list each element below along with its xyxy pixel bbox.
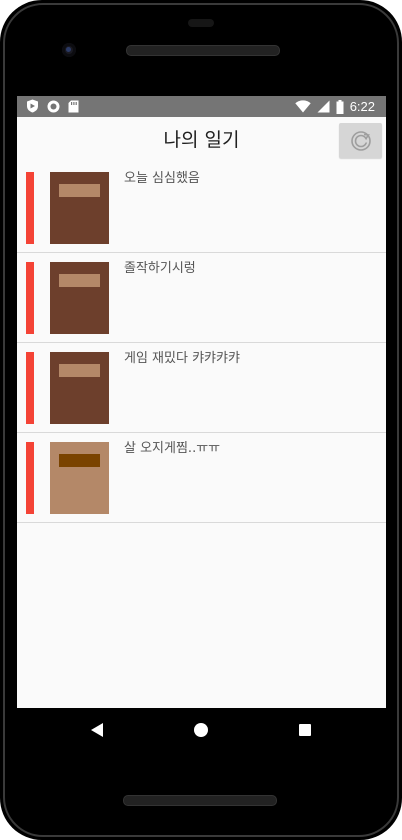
battery-icon [336,99,344,114]
signal-icon [317,100,330,113]
circle-icon [47,100,60,112]
status-time: 6:22 [349,99,375,114]
diary-cover-icon [50,262,109,334]
shield-icon [27,99,38,113]
mood-indicator [26,352,34,424]
entry-title: 게임 재밌다 캬캬캬캬 [124,351,240,366]
mood-indicator [26,172,34,244]
refresh-button[interactable] [339,123,382,158]
diary-cover-icon [50,352,109,424]
list-item[interactable]: 오늘 심심했음 [17,163,386,253]
entry-title: 살 오지게찜..ㅠㅠ [124,441,221,456]
status-bar: 6:22 [17,96,386,117]
mood-indicator [26,442,34,514]
front-camera [62,43,76,57]
mood-indicator [26,262,34,334]
diary-list: 오늘 심심했음 졸작하기시렁 게임 재밌다 캬캬캬캬 살 오지게찜..ㅠㅠ [17,163,386,523]
recents-icon[interactable] [299,724,311,736]
home-icon[interactable] [194,723,208,737]
list-item[interactable]: 살 오지게찜..ㅠㅠ [17,433,386,523]
navigation-bar [17,708,386,754]
status-left-icons [26,99,79,113]
app-screen: 6:22 나의 일기 오늘 심심했음 졸작하기시렁 게임 재밌다 캬캬캬캬 살 … [17,96,386,708]
bottom-speaker [123,795,277,806]
status-right-icons: 6:22 [294,98,375,115]
entry-title: 오늘 심심했음 [124,171,200,186]
sd-card-icon [68,100,79,112]
refresh-icon [350,130,371,151]
diary-cover-icon [50,172,109,244]
list-item[interactable]: 게임 재밌다 캬캬캬캬 [17,343,386,433]
app-bar: 나의 일기 [17,117,386,159]
top-speaker [126,45,280,56]
phone-device: 6:22 나의 일기 오늘 심심했음 졸작하기시렁 게임 재밌다 캬캬캬캬 살 … [0,0,402,840]
earpiece [188,19,214,27]
list-item[interactable]: 졸작하기시렁 [17,253,386,343]
back-icon[interactable] [91,723,103,737]
diary-cover-icon [50,442,109,514]
wifi-icon [294,100,311,113]
page-title: 나의 일기 [163,129,240,151]
entry-title: 졸작하기시렁 [124,261,196,276]
